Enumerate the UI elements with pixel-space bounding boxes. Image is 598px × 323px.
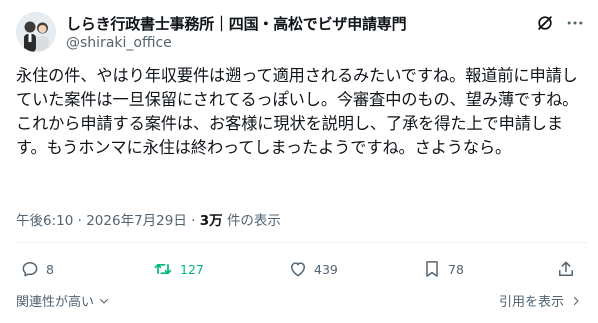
views-count: 3万 bbox=[199, 213, 223, 229]
repost-count: 127 bbox=[180, 261, 204, 277]
bookmark-icon bbox=[426, 261, 438, 277]
heart-icon bbox=[291, 262, 305, 277]
reply-button[interactable]: 8 bbox=[20, 253, 54, 285]
post-footer: 関連性が高い 引用を表示 bbox=[0, 289, 598, 313]
post-text: 永住の件、やはり年収要件は遡って適用されるみたいですね。報道前に申請していた案件… bbox=[16, 66, 579, 157]
post-meta: 午後6:10 · 2026年7月29日 · 3万 件の表示 bbox=[16, 209, 281, 229]
grok-icon bbox=[538, 16, 552, 30]
like-button[interactable]: 439 bbox=[288, 253, 338, 285]
repost-button[interactable]: 127 bbox=[152, 253, 204, 285]
views-label: 件の表示 bbox=[226, 213, 281, 229]
reply-icon bbox=[22, 262, 38, 277]
repost-icon bbox=[154, 264, 172, 274]
more-options-button[interactable] bbox=[562, 10, 588, 36]
meta-separator: · bbox=[77, 213, 87, 229]
view-quotes-link[interactable]: 引用を表示 bbox=[499, 291, 582, 310]
bookmark-count: 78 bbox=[448, 261, 464, 277]
post-time[interactable]: 午後6:10 bbox=[16, 213, 73, 229]
sort-label: 関連性が高い bbox=[16, 295, 95, 310]
action-bar: 8 127 439 78 bbox=[0, 253, 598, 285]
like-count: 439 bbox=[314, 261, 338, 277]
share-icon bbox=[559, 261, 573, 276]
divider bbox=[16, 242, 588, 243]
more-horizontal-icon bbox=[567, 21, 583, 25]
user-handle[interactable]: @shiraki_office bbox=[66, 35, 172, 51]
view-quotes-label: 引用を表示 bbox=[498, 295, 564, 310]
bookmark-button[interactable]: 78 bbox=[422, 253, 464, 285]
reply-count: 8 bbox=[46, 261, 54, 277]
share-button[interactable] bbox=[556, 253, 576, 285]
sort-dropdown[interactable]: 関連性が高い bbox=[16, 291, 110, 310]
meta-separator: · bbox=[191, 213, 200, 229]
chevron-down-icon bbox=[99, 298, 109, 304]
chevron-right-icon bbox=[573, 296, 579, 305]
post-date[interactable]: 2026年7月29日 bbox=[86, 213, 187, 229]
grok-button[interactable] bbox=[532, 10, 558, 36]
display-name[interactable]: しらき行政書士事務所｜四国・高松でビザ申請専門 bbox=[66, 13, 407, 34]
post-header: しらき行政書士事務所｜四国・高松でビザ申請専門 @shiraki_office bbox=[0, 0, 598, 62]
avatar[interactable] bbox=[16, 12, 56, 52]
